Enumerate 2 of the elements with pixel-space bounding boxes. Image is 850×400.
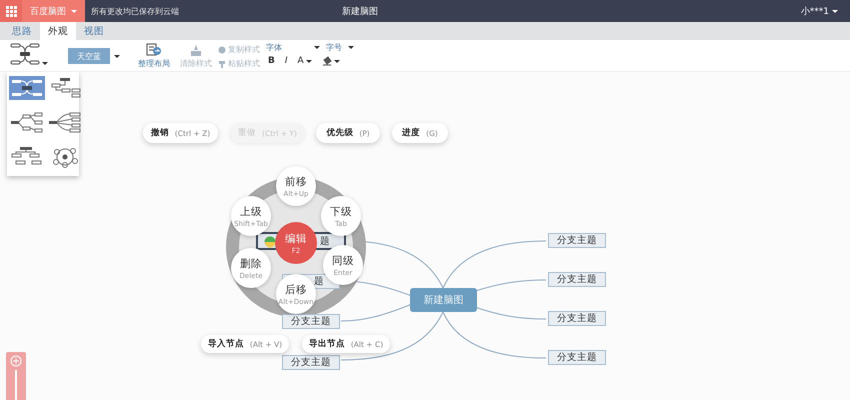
document-title: 新建脑图 bbox=[341, 6, 379, 18]
save-status: 所有更改均已保存到云端 bbox=[91, 6, 179, 16]
